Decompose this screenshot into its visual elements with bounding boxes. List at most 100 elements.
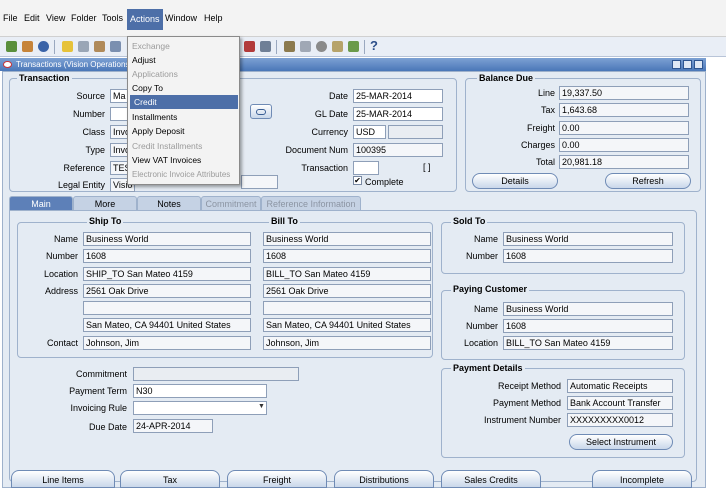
due-date-label: Due Date (88, 422, 127, 432)
payment-details-title: Payment Details (451, 363, 525, 373)
details-button[interactable]: Details (472, 173, 558, 189)
menu-item-apply-deposit[interactable]: Apply Deposit (128, 124, 239, 138)
menu-item-installments[interactable]: Installments (128, 110, 239, 124)
edit-icon[interactable] (260, 41, 271, 52)
menu-actions[interactable]: Actions (127, 9, 163, 30)
tax-button[interactable]: Tax (120, 470, 220, 488)
document-num-field[interactable]: 100395 (353, 143, 443, 157)
distributions-button[interactable]: Distributions (334, 470, 434, 488)
paying-customer-name-field[interactable]: Business World (503, 302, 673, 316)
transaction-flag-bracket[interactable]: [ ] (423, 162, 451, 172)
refresh-button[interactable]: Refresh (605, 173, 691, 189)
ship-to-name-field[interactable]: Business World (83, 232, 251, 246)
actions-menu: Exchange Adjust Applications Copy To Cre… (127, 36, 240, 185)
zoom-icon[interactable] (284, 41, 295, 52)
window-title-bar: Transactions (Vision Operations) (0, 58, 706, 71)
navigator-icon[interactable] (38, 41, 49, 52)
help-icon[interactable]: ? (370, 38, 378, 53)
menu-item-credit[interactable]: Credit (130, 95, 238, 109)
toolbar-separator (364, 40, 365, 54)
payment-method-field[interactable]: Bank Account Transfer (567, 396, 673, 410)
new-icon[interactable] (6, 41, 17, 52)
minimize-icon[interactable] (672, 60, 681, 69)
legal-entity-label: Legal Entity (57, 180, 105, 190)
menu-item-electronic-invoice-attributes: Electronic Invoice Attributes (132, 170, 231, 179)
lov-icon (256, 109, 266, 115)
ship-to-contact-field[interactable]: Johnson, Jim (83, 336, 251, 350)
charges-label: Charges (520, 140, 555, 150)
menu-item-adjust[interactable]: Adjust (128, 53, 239, 67)
paying-customer-number-field[interactable]: 1608 (503, 319, 673, 333)
transaction-label: Transaction (301, 163, 348, 173)
bill-to-number-field[interactable]: 1608 (263, 249, 431, 263)
refresh-icon[interactable] (110, 41, 121, 52)
menu-file[interactable]: File (2, 13, 19, 23)
ship-name-label: Name (53, 234, 78, 244)
delete-icon[interactable] (244, 41, 255, 52)
menu-help[interactable]: Help (203, 13, 224, 23)
line-total-field: 19,337.50 (559, 86, 689, 100)
bill-to-address2-field (263, 301, 431, 315)
transaction-field[interactable] (353, 161, 379, 175)
tab-main[interactable]: Main (9, 196, 73, 210)
tab-more[interactable]: More (73, 196, 137, 210)
save-icon[interactable] (62, 41, 73, 52)
folder-tools-icon[interactable] (332, 41, 343, 52)
invoicing-rule-select[interactable] (133, 401, 267, 415)
payment-method-label: Payment Method (492, 398, 561, 408)
incomplete-button[interactable]: Incomplete (592, 470, 692, 488)
bill-to-contact-field[interactable]: Johnson, Jim (263, 336, 431, 350)
ship-number-label: Number (45, 251, 78, 261)
close-icon[interactable] (694, 60, 703, 69)
maximize-icon[interactable] (683, 60, 692, 69)
print-icon[interactable] (78, 41, 89, 52)
complete-checkbox[interactable]: ✔ (353, 176, 362, 185)
payment-term-field[interactable]: N30 (133, 384, 267, 398)
paying-customer-location-field[interactable]: BILL_TO San Mateo 4159 (503, 336, 673, 350)
select-instrument-button[interactable]: Select Instrument (569, 434, 673, 450)
chevron-down-icon[interactable]: ▼ (258, 403, 265, 410)
tax-total-field: 1,643.68 (559, 103, 689, 117)
complete-label: Complete (365, 177, 404, 187)
transaction-title: Transaction (17, 73, 72, 83)
freight-label: Freight (526, 123, 555, 133)
tools-icon[interactable] (348, 41, 359, 52)
close-form-icon[interactable] (94, 41, 105, 52)
menu-view[interactable]: View (45, 13, 66, 23)
number-label: Number (72, 109, 105, 119)
freight-button[interactable]: Freight (227, 470, 327, 488)
ship-location-label: Location (43, 269, 78, 279)
menu-window[interactable]: Window (164, 13, 198, 23)
translations-icon[interactable] (300, 41, 311, 52)
gl-date-field[interactable]: 25-MAR-2014 (353, 107, 443, 121)
number-lov-button[interactable] (250, 104, 272, 119)
legal-entity-name-field[interactable] (241, 175, 278, 189)
currency-field[interactable]: USD (353, 125, 386, 139)
instrument-number-field[interactable]: XXXXXXXXX0012 (567, 413, 673, 427)
menu-item-view-vat-invoices[interactable]: View VAT Invoices (128, 153, 239, 167)
total-label: Total (535, 157, 555, 167)
ship-to-number-field[interactable]: 1608 (83, 249, 251, 263)
find-icon[interactable] (22, 41, 33, 52)
commitment-label: Commitment (75, 369, 127, 379)
sold-to-name-field[interactable]: Business World (503, 232, 673, 246)
sales-credits-button[interactable]: Sales Credits (441, 470, 541, 488)
line-items-button[interactable]: Line Items (11, 470, 115, 488)
menu-item-copy-to[interactable]: Copy To (128, 81, 239, 95)
attachments-icon[interactable] (316, 41, 327, 52)
menu-bar: File Edit View Folder Tools Actions Wind… (0, 0, 726, 37)
due-date-field: 24-APR-2014 (133, 419, 213, 433)
receipt-method-field[interactable]: Automatic Receipts (567, 379, 673, 393)
date-label: Date (328, 91, 348, 101)
menu-tools[interactable]: Tools (101, 13, 124, 23)
ship-to-location-field[interactable]: SHIP_TO San Mateo 4159 (83, 267, 251, 281)
currency-rate-field (388, 125, 443, 139)
menu-edit[interactable]: Edit (23, 13, 41, 23)
date-field[interactable]: 25-MAR-2014 (353, 89, 443, 103)
sold-to-number-field[interactable]: 1608 (503, 249, 673, 263)
menu-folder[interactable]: Folder (70, 13, 98, 23)
bill-to-name-field[interactable]: Business World (263, 232, 431, 246)
bill-to-location-field[interactable]: BILL_TO San Mateo 4159 (263, 267, 431, 281)
tax-label: Tax (540, 105, 555, 115)
tab-notes[interactable]: Notes (137, 196, 201, 210)
